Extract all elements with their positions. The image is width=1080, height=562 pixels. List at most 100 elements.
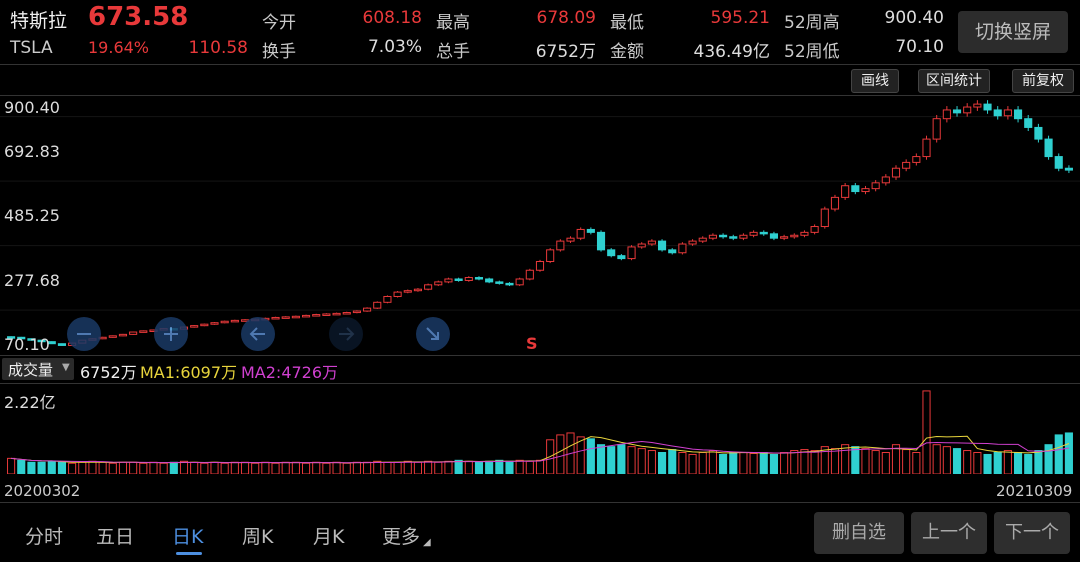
candle-body	[790, 234, 799, 238]
candlestick-chart[interactable]	[0, 96, 1080, 354]
high-value: 678.09	[536, 8, 596, 28]
volume-total-label: 总手	[436, 42, 470, 62]
candle-body	[139, 330, 148, 333]
price-axis-label-3: 277.68	[4, 271, 60, 290]
volume-bar	[301, 462, 311, 474]
candle-body	[312, 314, 321, 317]
volume-bar	[525, 460, 534, 474]
candle-body	[515, 278, 524, 286]
volume-bar	[983, 453, 992, 474]
volume-bar	[973, 452, 982, 474]
remove-watchlist-button[interactable]: 删自选	[814, 512, 904, 554]
arrow-right-icon[interactable]	[329, 317, 363, 351]
volume-bar	[759, 452, 768, 474]
volume-bar	[627, 446, 636, 474]
volume-bar	[27, 461, 36, 474]
volume-bar	[556, 434, 565, 474]
volume-bar	[230, 461, 239, 474]
volume-bar	[261, 461, 270, 474]
candle-body	[769, 233, 779, 239]
volume-bar	[1003, 450, 1012, 474]
tab-monthly-k[interactable]: 月K	[313, 522, 344, 549]
candle-body	[668, 249, 677, 254]
volume-bar	[393, 461, 402, 474]
next-button[interactable]: 下一个	[994, 512, 1070, 554]
candle-body	[922, 138, 931, 158]
volume-bar	[373, 460, 382, 474]
volume-bar	[912, 452, 921, 474]
arrow-left-icon[interactable]	[241, 317, 275, 351]
price-axis-label-0: 900.40	[4, 98, 60, 117]
range-stats-button[interactable]: 区间统计	[918, 69, 990, 93]
adjust-button[interactable]: 前复权	[1012, 69, 1074, 93]
candle-body	[464, 277, 473, 281]
volume-bar	[932, 444, 941, 474]
candle-body	[200, 323, 209, 327]
tab-intraday[interactable]: 分时	[25, 522, 63, 549]
candle-body	[373, 301, 382, 309]
candle-body	[617, 255, 626, 260]
tab-weekly-k[interactable]: 周K	[242, 522, 273, 549]
volume-bar	[78, 461, 87, 474]
price-axis-label-2: 485.25	[4, 206, 60, 225]
volume-chart[interactable]	[0, 384, 1080, 474]
tab-five-day[interactable]: 五日	[96, 522, 134, 549]
amount-label: 金额	[610, 42, 644, 62]
week52-high-label: 52周高	[784, 13, 840, 33]
volume-bar	[780, 452, 789, 474]
amount-value: 436.49亿	[693, 42, 770, 62]
candle-body	[495, 281, 504, 284]
candle-body	[800, 231, 809, 236]
volume-bar	[881, 452, 890, 474]
volume-bar	[444, 460, 453, 474]
volume-bar	[749, 452, 758, 474]
volume-bar	[871, 450, 880, 474]
candle-body	[647, 240, 656, 245]
tab-daily-k[interactable]: 日K	[172, 522, 203, 549]
volume-bar	[769, 453, 779, 474]
candle-body	[454, 278, 463, 281]
draw-line-button[interactable]: 画线	[851, 69, 899, 93]
volume-bar	[596, 444, 606, 474]
volume-total-value: 6752万	[535, 42, 596, 62]
volume-bar	[505, 460, 514, 474]
candle-body	[129, 331, 138, 335]
candle-body	[444, 278, 453, 283]
high-label: 最高	[436, 13, 470, 33]
candle-body	[851, 185, 860, 193]
candle-body	[708, 234, 717, 239]
volume-bar	[271, 462, 280, 474]
candle-body	[566, 237, 575, 242]
volume-bar	[464, 460, 473, 474]
active-tab-indicator	[176, 552, 202, 555]
change-percent: 19.64%	[88, 38, 150, 57]
candle-body	[881, 176, 890, 184]
volume-selector[interactable]: 成交量 ▼	[2, 358, 74, 380]
end-date: 20210309	[996, 482, 1073, 500]
candle-body	[698, 237, 707, 242]
volume-bar	[332, 461, 341, 474]
volume-value: 6752万	[80, 363, 137, 382]
header-divider	[0, 64, 1080, 65]
volume-bar	[668, 449, 677, 474]
volume-bar	[851, 446, 860, 474]
volume-bar	[210, 461, 219, 474]
volume-bar	[485, 460, 494, 474]
volume-bar	[220, 462, 229, 474]
previous-button[interactable]: 上一个	[911, 512, 987, 554]
candle-body	[230, 319, 239, 323]
candle-body	[932, 118, 941, 140]
switch-portrait-button[interactable]: 切换竖屏	[958, 11, 1068, 53]
candle-body	[403, 290, 412, 293]
candle-body	[942, 109, 951, 120]
zoom-out-icon[interactable]	[67, 317, 101, 351]
candle-body	[586, 228, 595, 233]
volume-ma1-line	[11, 435, 1070, 464]
tab-more[interactable]: 更多	[382, 522, 420, 549]
zoom-in-icon[interactable]	[154, 317, 188, 351]
volume-bar	[708, 450, 717, 474]
collapse-icon[interactable]	[416, 317, 450, 351]
volume-bar	[108, 462, 117, 474]
candle-body	[830, 196, 840, 210]
volume-bar	[952, 448, 962, 474]
